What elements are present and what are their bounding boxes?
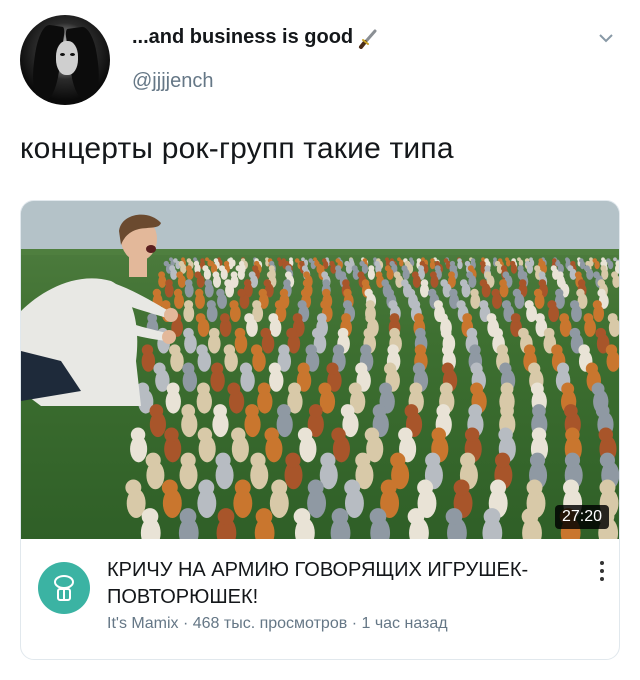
thumbnail-illustration [21, 201, 619, 539]
username[interactable]: @jjjjench [132, 70, 213, 93]
tweet-text: концерты рок-групп такие типа [20, 132, 454, 165]
dagger-icon [359, 29, 377, 49]
video-meta: It's Mamix · 468 тыс. просмотров · 1 час… [107, 615, 448, 632]
upload-age: 1 час назад [361, 615, 448, 632]
more-options-icon[interactable] [597, 561, 607, 585]
channel-logo[interactable] [38, 562, 90, 614]
display-name-text: ...and business is good [132, 26, 354, 48]
youtube-card[interactable]: 27:20 КРИЧУ НА АРМИЮ ГОВОРЯЩИХ ИГРУШЕК-П… [20, 200, 620, 660]
video-thumbnail[interactable]: 27:20 [21, 201, 619, 539]
user-avatar[interactable] [20, 15, 110, 105]
channel-logo-icon [54, 575, 74, 601]
video-title[interactable]: КРИЧУ НА АРМИЮ ГОВОРЯЩИХ ИГРУШЕК-ПОВТОРЮ… [107, 557, 547, 611]
view-count: 468 тыс. просмотров [192, 615, 348, 632]
video-duration: 27:20 [554, 505, 609, 529]
chevron-down-icon[interactable] [596, 30, 616, 46]
channel-name[interactable]: It's Mamix [107, 615, 179, 632]
display-name[interactable]: ...and business is good [132, 26, 379, 49]
